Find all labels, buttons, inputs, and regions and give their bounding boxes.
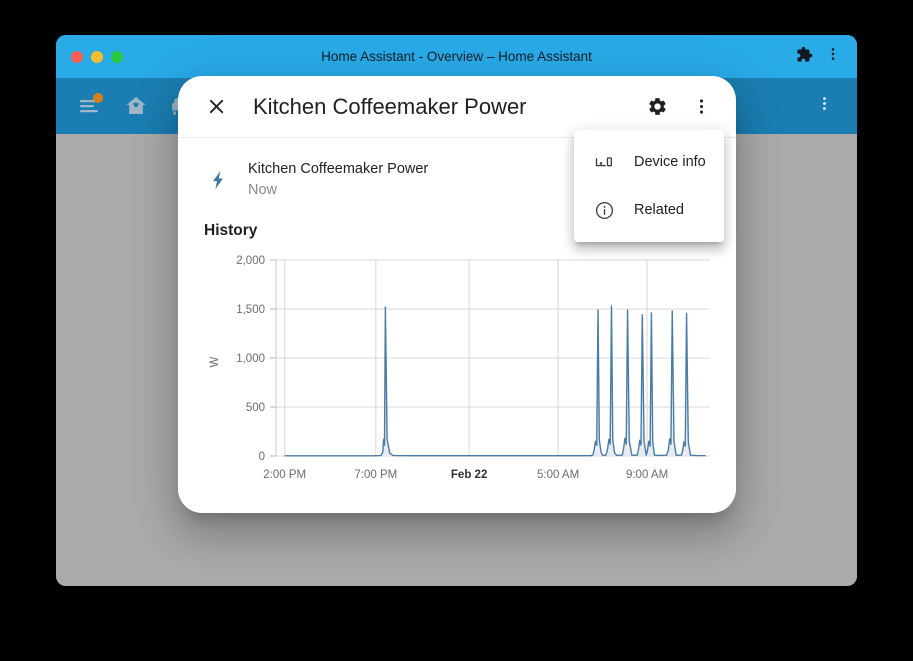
window-minimize-button[interactable] — [91, 50, 103, 63]
browser-window: Home Assistant - Overview – Home Assista… — [56, 35, 857, 586]
entity-state: Now — [248, 181, 278, 198]
close-icon[interactable] — [196, 87, 236, 127]
menu-item-label: Device info — [634, 154, 706, 170]
svg-text:9:00 AM: 9:00 AM — [626, 469, 668, 481]
lightning-bolt-icon — [204, 167, 232, 193]
svg-text:1,500: 1,500 — [236, 304, 265, 316]
page-scrim: Kitchen Coffeemaker Power Kitchen Coffee… — [56, 76, 857, 586]
svg-text:7:00 PM: 7:00 PM — [354, 469, 397, 481]
history-chart[interactable]: 0 500 1,000 1,500 2,000 W 2:00 PM 7:00 PM Feb 22… — [202, 248, 714, 500]
window-title: Home Assistant - Overview – Home Assista… — [321, 49, 592, 64]
svg-text:500: 500 — [246, 402, 265, 414]
window-close-button[interactable] — [71, 50, 83, 63]
svg-text:Feb 22: Feb 22 — [451, 469, 487, 481]
notification-badge-dot — [93, 93, 103, 103]
device-info-icon — [592, 150, 616, 174]
info-circle-icon — [592, 198, 616, 222]
tab-home-icon[interactable] — [123, 93, 149, 119]
sidebar-toggle-button[interactable] — [76, 93, 103, 119]
ha-toolbar-overflow-button[interactable] — [816, 95, 833, 117]
svg-text:2:00 PM: 2:00 PM — [263, 469, 306, 481]
svg-text:0: 0 — [259, 451, 265, 463]
browser-titlebar: Home Assistant - Overview – Home Assista… — [56, 35, 857, 78]
dialog-overflow-menu: Device info Related — [574, 130, 724, 242]
window-maximize-button[interactable] — [111, 50, 123, 63]
dialog-title: Kitchen Coffeemaker Power — [253, 93, 527, 119]
menu-item-label: Related — [634, 202, 684, 218]
titlebar-actions — [796, 46, 841, 68]
svg-text:2,000: 2,000 — [236, 255, 265, 267]
svg-text:1,000: 1,000 — [236, 353, 265, 365]
svg-text:W: W — [209, 356, 221, 367]
history-chart-svg: 0 500 1,000 1,500 2,000 W 2:00 PM 7:00 PM Feb 22… — [209, 255, 710, 481]
menu-item-related[interactable]: Related — [574, 186, 724, 234]
dialog-header: Kitchen Coffeemaker Power — [178, 76, 736, 138]
traffic-light-buttons — [71, 50, 123, 63]
dialog-overflow-menu-button[interactable] — [682, 88, 720, 126]
entity-name: Kitchen Coffeemaker Power — [248, 161, 429, 177]
more-info-dialog: Kitchen Coffeemaker Power Kitchen Coffee… — [178, 76, 736, 513]
browser-menu-icon[interactable] — [825, 46, 841, 67]
svg-text:5:00 AM: 5:00 AM — [537, 469, 579, 481]
entity-text-block: Kitchen Coffeemaker Power Now — [248, 160, 428, 200]
puzzle-piece-icon[interactable] — [796, 46, 813, 68]
gear-icon[interactable] — [638, 88, 676, 126]
menu-item-device-info[interactable]: Device info — [574, 138, 724, 186]
dialog-header-actions — [638, 88, 720, 126]
